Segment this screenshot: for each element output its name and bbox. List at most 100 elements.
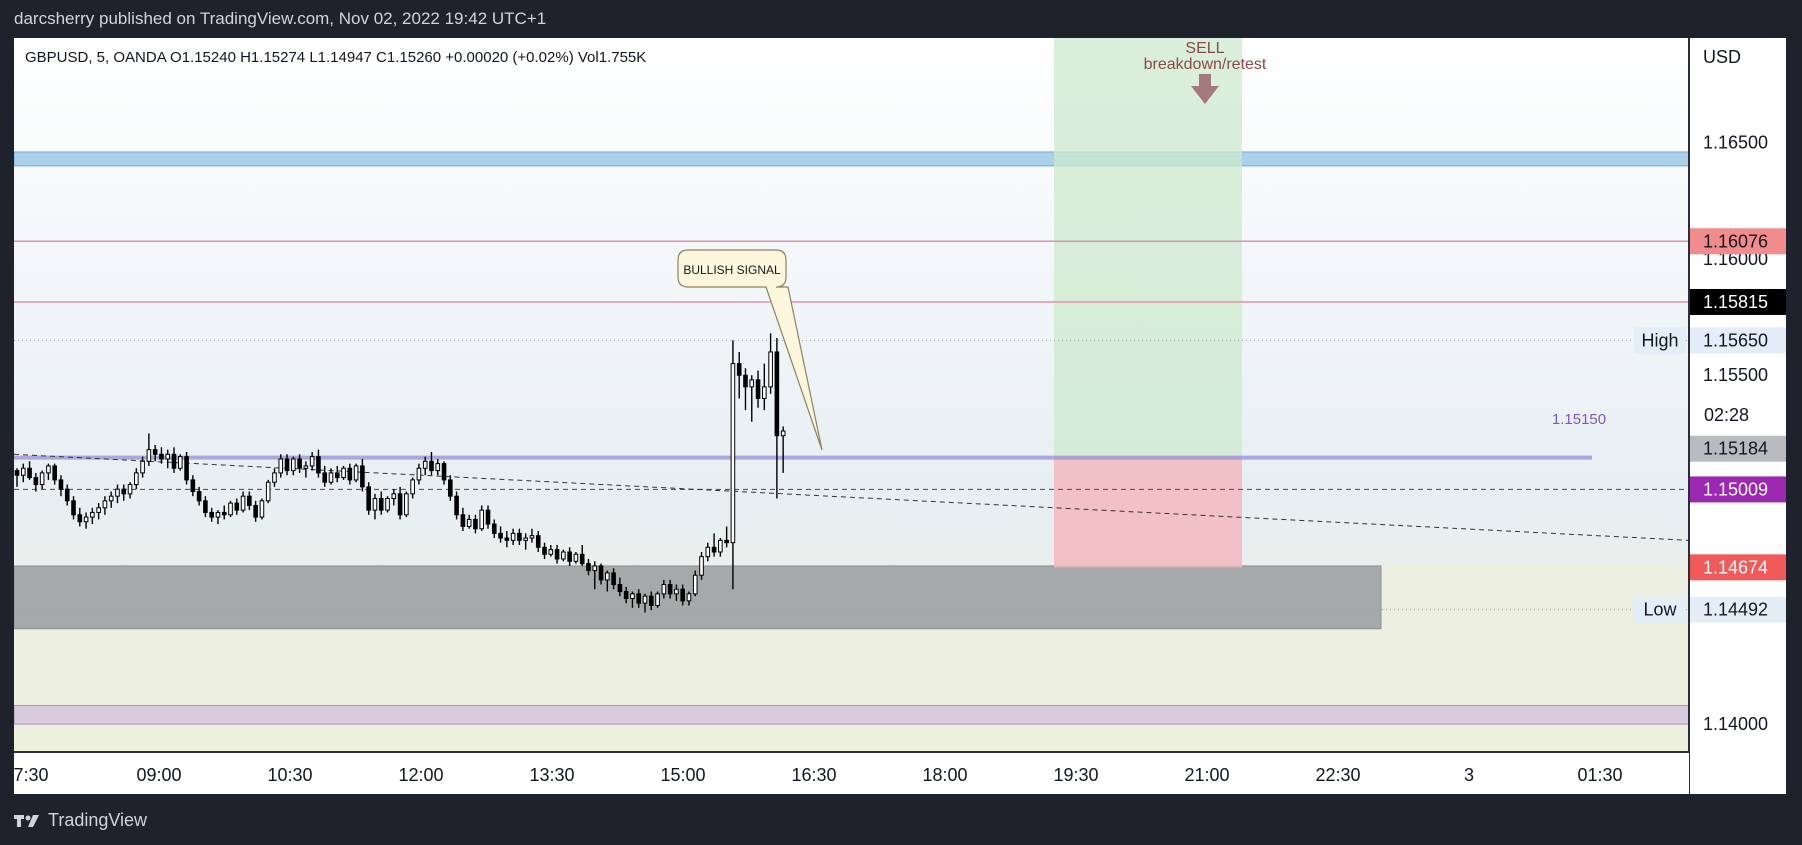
price-chart[interactable]: SELL breakdown/retest BULLISH SIGNAL 1.1… [14, 38, 1786, 794]
candle-body [328, 472, 334, 483]
candle-body [498, 532, 503, 539]
x-tick-label: 7:30 [14, 765, 49, 785]
candle-body [309, 456, 315, 467]
candle-body [196, 491, 202, 502]
candle-body [762, 386, 767, 399]
candle-body [529, 535, 535, 539]
x-tick-label: 09:00 [136, 765, 181, 785]
candle-body [372, 497, 378, 511]
candle-body [642, 595, 648, 604]
candle-body [108, 495, 114, 502]
candle-body [611, 572, 616, 586]
resistance-zone [14, 151, 1690, 167]
price-label-text: 1.15184 [1703, 439, 1768, 459]
candle-body [291, 458, 296, 472]
candle-body [234, 502, 240, 511]
candle-body [491, 523, 497, 534]
price-label-text: 1.15650 [1703, 330, 1768, 350]
candle-body [134, 472, 139, 486]
candle-body [441, 463, 447, 481]
candle-body [755, 379, 761, 399]
target-area [1054, 38, 1242, 457]
candle-body [278, 458, 284, 474]
candle-body [209, 511, 214, 518]
sell-subtitle: breakdown/retest [1144, 56, 1267, 73]
candle-body [184, 456, 189, 481]
candle-body [435, 463, 441, 472]
x-tick-label: 16:30 [791, 765, 836, 785]
candle-body [504, 537, 510, 541]
candle-body [27, 467, 32, 479]
candle-body [535, 535, 541, 548]
candle-body [774, 351, 780, 437]
candle-body [699, 556, 704, 576]
candle-body [743, 374, 748, 388]
candle-body [454, 495, 459, 516]
publisher-header: darcsherry published on TradingView.com,… [14, 9, 547, 28]
candle-body [341, 467, 346, 479]
candle-body [718, 539, 723, 553]
candle-body [165, 453, 171, 460]
candle-body [391, 493, 397, 499]
candle-body [146, 449, 152, 462]
tradingview-footer[interactable]: TradingView [14, 810, 147, 831]
candle-body [366, 486, 371, 511]
high-tag: High [1641, 330, 1678, 350]
candle-body [303, 465, 309, 469]
candle-body [667, 584, 673, 595]
candle-body [46, 465, 51, 474]
candle-body [64, 488, 70, 502]
candle-body [736, 363, 742, 376]
candle-body [617, 584, 623, 593]
candle-body [159, 453, 164, 460]
level-line-115150 [14, 455, 1592, 460]
candle-body [58, 479, 64, 490]
candle-body [592, 565, 598, 572]
candle-body [253, 504, 258, 518]
candle-body [121, 488, 127, 495]
candle-body [730, 363, 736, 544]
candle-body [686, 593, 692, 602]
candle-body [228, 502, 233, 516]
candle-body [115, 488, 120, 497]
candle-body [674, 588, 679, 595]
candle-body [152, 449, 158, 455]
candle-body [586, 563, 591, 572]
candle-body [724, 539, 729, 544]
candle-body [623, 591, 629, 600]
candle-body [316, 456, 321, 474]
candle-body [448, 479, 453, 497]
candle-body [598, 565, 604, 581]
candle-body [171, 453, 177, 469]
candle-body [711, 546, 717, 553]
chart-frame[interactable]: SELL breakdown/retest BULLISH SIGNAL 1.1… [14, 38, 1786, 794]
time-axis[interactable]: 7:30 09:00 10:30 12:00 13:30 15:00 16:30 18:00 1… [14, 751, 1689, 794]
candle-body [648, 595, 654, 606]
candle-body [768, 351, 773, 388]
candle-body [52, 465, 57, 481]
candle-body [20, 467, 26, 476]
price-label-text: 1.14674 [1703, 557, 1768, 577]
price-label-text: 1.15815 [1703, 292, 1768, 312]
candle-body [661, 584, 667, 595]
candle-body [510, 532, 516, 541]
candle-body [567, 551, 572, 562]
candle-body [334, 472, 340, 479]
candle-body [416, 467, 422, 481]
sell-title: SELL [1185, 40, 1224, 57]
candle-body [240, 495, 246, 511]
candle-body [630, 593, 635, 600]
candle-body [140, 460, 145, 474]
candle-body [39, 472, 45, 486]
candle-body [479, 509, 485, 530]
candle-body [221, 511, 227, 516]
x-tick-label: 13:30 [529, 765, 574, 785]
x-tick-label: 21:00 [1184, 765, 1229, 785]
candle-body [284, 458, 290, 472]
x-tick-label: 19:30 [1053, 765, 1098, 785]
candle-body [96, 507, 101, 513]
lower-zone [14, 704, 1690, 725]
x-tick-label: 3 [1464, 765, 1474, 785]
low-tag: Low [1643, 600, 1677, 620]
countdown-label: 02:28 [1704, 405, 1749, 425]
